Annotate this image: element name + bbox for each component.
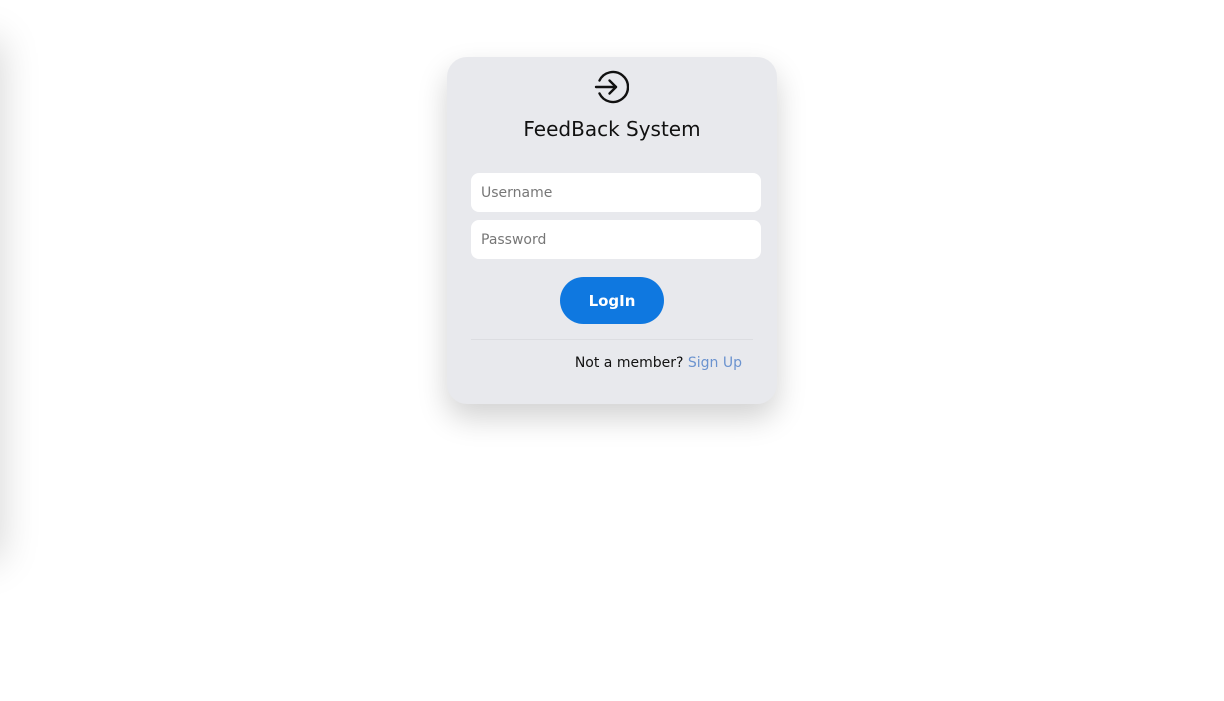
username-input[interactable] (471, 173, 761, 212)
login-button[interactable]: LogIn (560, 277, 664, 324)
signup-prompt: Not a member? (574, 355, 684, 371)
password-input[interactable] (471, 220, 761, 259)
signup-link[interactable]: Sign Up (688, 355, 742, 371)
login-card: FeedBack System LogIn Not a member? Sign… (447, 57, 777, 404)
login-page: FeedBack System LogIn Not a member? Sign… (0, 0, 1224, 701)
app-title: FeedBack System (523, 117, 701, 141)
signup-row: Not a member? Sign Up (575, 355, 742, 371)
divider (471, 339, 753, 340)
login-icon (594, 70, 629, 104)
